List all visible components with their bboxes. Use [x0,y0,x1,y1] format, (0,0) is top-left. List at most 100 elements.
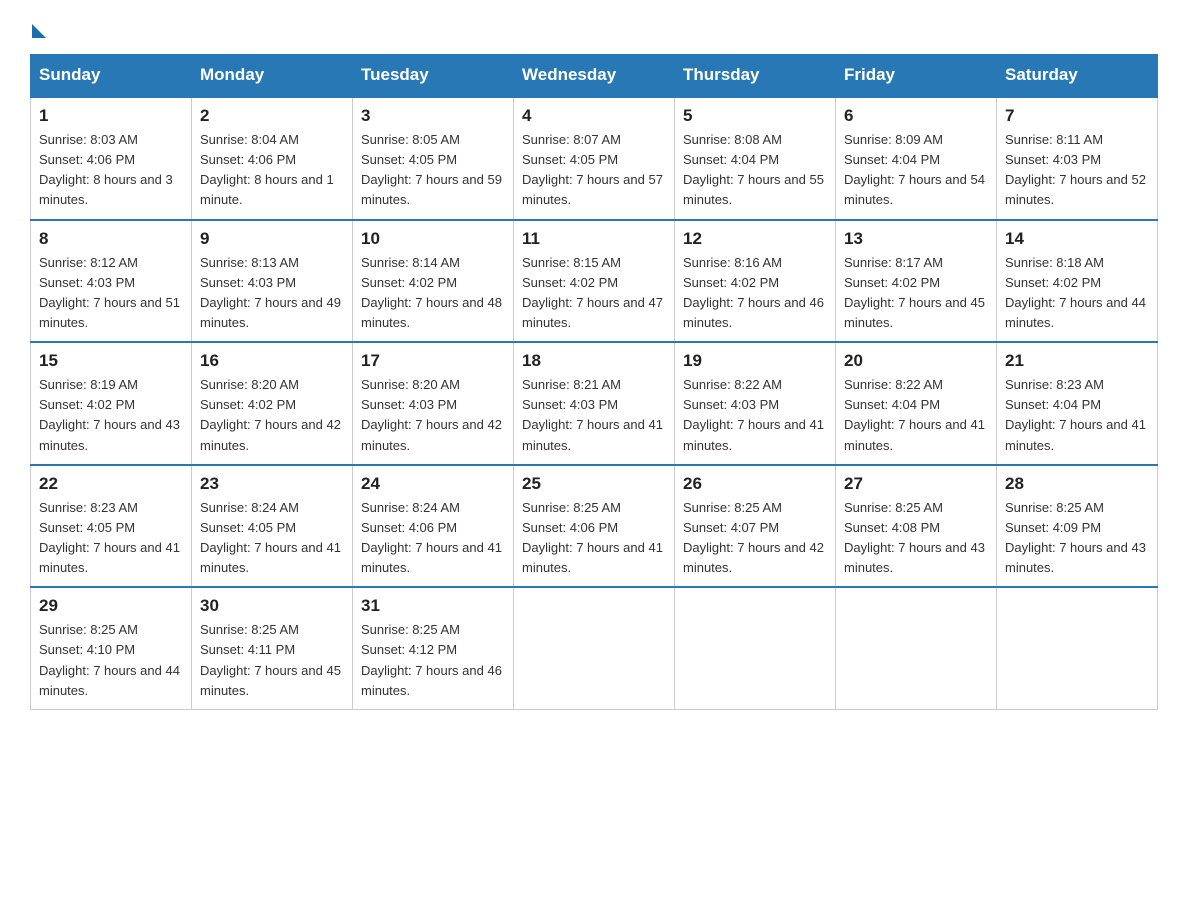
day-number: 20 [844,351,988,371]
day-info: Sunrise: 8:15 AMSunset: 4:02 PMDaylight:… [522,253,666,334]
day-info: Sunrise: 8:23 AMSunset: 4:05 PMDaylight:… [39,498,183,579]
day-number: 10 [361,229,505,249]
day-number: 24 [361,474,505,494]
calendar-cell: 4 Sunrise: 8:07 AMSunset: 4:05 PMDaylight… [514,97,675,220]
weekday-header-tuesday: Tuesday [353,55,514,97]
day-number: 9 [200,229,344,249]
day-info: Sunrise: 8:24 AMSunset: 4:05 PMDaylight:… [200,498,344,579]
calendar-cell [997,587,1158,709]
day-number: 23 [200,474,344,494]
calendar-cell: 6 Sunrise: 8:09 AMSunset: 4:04 PMDaylight… [836,97,997,220]
day-number: 25 [522,474,666,494]
day-number: 30 [200,596,344,616]
day-number: 31 [361,596,505,616]
calendar-cell: 21Sunrise: 8:23 AMSunset: 4:04 PMDayligh… [997,342,1158,465]
day-info: Sunrise: 8:25 AMSunset: 4:09 PMDaylight:… [1005,498,1149,579]
calendar-week-row: 8Sunrise: 8:12 AMSunset: 4:03 PMDaylight… [31,220,1158,343]
day-info: Sunrise: 8:16 AMSunset: 4:02 PMDaylight:… [683,253,827,334]
calendar-cell: 13 Sunrise: 8:17 AMSunset: 4:02 PMDayligh… [836,220,997,343]
day-info: Sunrise: 8:20 AMSunset: 4:02 PMDaylight:… [200,375,344,456]
day-info: Sunrise: 8:13 AMSunset: 4:03 PMDaylight:… [200,253,344,334]
calendar-cell: 15 Sunrise: 8:19 AMSunset: 4:02 PMDayligh… [31,342,192,465]
calendar-cell: 7 Sunrise: 8:11 AMSunset: 4:03 PMDaylight… [997,97,1158,220]
day-info: Sunrise: 8:08 AMSunset: 4:04 PMDaylight:… [683,130,827,211]
day-number: 17 [361,351,505,371]
day-number: 22 [39,474,183,494]
weekday-header-thursday: Thursday [675,55,836,97]
day-number: 13 [844,229,988,249]
calendar-cell: 5 Sunrise: 8:08 AMSunset: 4:04 PMDaylight… [675,97,836,220]
day-number: 14 [1005,229,1149,249]
calendar-cell: 3 Sunrise: 8:05 AMSunset: 4:05 PMDaylight… [353,97,514,220]
weekday-header-sunday: Sunday [31,55,192,97]
calendar-cell: 29 Sunrise: 8:25 AMSunset: 4:10 PMDayligh… [31,587,192,709]
calendar-cell: 18 Sunrise: 8:21 AMSunset: 4:03 PMDayligh… [514,342,675,465]
day-info: Sunrise: 8:07 AMSunset: 4:05 PMDaylight:… [522,130,666,211]
day-info: Sunrise: 8:25 AMSunset: 4:11 PMDaylight:… [200,620,344,701]
calendar-cell: 14 Sunrise: 8:18 AMSunset: 4:02 PMDayligh… [997,220,1158,343]
day-info: Sunrise: 8:19 AMSunset: 4:02 PMDaylight:… [39,375,183,456]
day-number: 8 [39,229,183,249]
calendar-cell: 19 Sunrise: 8:22 AMSunset: 4:03 PMDayligh… [675,342,836,465]
calendar-cell: 9 Sunrise: 8:13 AMSunset: 4:03 PMDaylight… [192,220,353,343]
day-info: Sunrise: 8:09 AMSunset: 4:04 PMDaylight:… [844,130,988,211]
calendar-cell: 11 Sunrise: 8:15 AMSunset: 4:02 PMDayligh… [514,220,675,343]
calendar-cell: 25 Sunrise: 8:25 AMSunset: 4:06 PMDayligh… [514,465,675,588]
weekday-header-wednesday: Wednesday [514,55,675,97]
day-number: 4 [522,106,666,126]
day-number: 3 [361,106,505,126]
weekday-header-saturday: Saturday [997,55,1158,97]
calendar-cell: 12 Sunrise: 8:16 AMSunset: 4:02 PMDayligh… [675,220,836,343]
day-info: Sunrise: 8:22 AMSunset: 4:03 PMDaylight:… [683,375,827,456]
day-number: 5 [683,106,827,126]
calendar-cell: 31Sunrise: 8:25 AMSunset: 4:12 PMDayligh… [353,587,514,709]
calendar-cell: 10Sunrise: 8:14 AMSunset: 4:02 PMDayligh… [353,220,514,343]
day-info: Sunrise: 8:25 AMSunset: 4:07 PMDaylight:… [683,498,827,579]
page-header [30,20,1158,34]
day-info: Sunrise: 8:21 AMSunset: 4:03 PMDaylight:… [522,375,666,456]
calendar-cell: 20 Sunrise: 8:22 AMSunset: 4:04 PMDayligh… [836,342,997,465]
day-info: Sunrise: 8:25 AMSunset: 4:06 PMDaylight:… [522,498,666,579]
weekday-header-row: SundayMondayTuesdayWednesdayThursdayFrid… [31,55,1158,97]
calendar-cell: 26 Sunrise: 8:25 AMSunset: 4:07 PMDayligh… [675,465,836,588]
calendar-cell: 8Sunrise: 8:12 AMSunset: 4:03 PMDaylight… [31,220,192,343]
day-number: 2 [200,106,344,126]
calendar-week-row: 29 Sunrise: 8:25 AMSunset: 4:10 PMDayligh… [31,587,1158,709]
day-info: Sunrise: 8:22 AMSunset: 4:04 PMDaylight:… [844,375,988,456]
day-info: Sunrise: 8:17 AMSunset: 4:02 PMDaylight:… [844,253,988,334]
calendar-cell [836,587,997,709]
day-number: 26 [683,474,827,494]
calendar-cell: 28 Sunrise: 8:25 AMSunset: 4:09 PMDayligh… [997,465,1158,588]
day-number: 11 [522,229,666,249]
logo [30,20,46,34]
day-number: 1 [39,106,183,126]
day-info: Sunrise: 8:24 AMSunset: 4:06 PMDaylight:… [361,498,505,579]
day-number: 28 [1005,474,1149,494]
day-number: 29 [39,596,183,616]
weekday-header-monday: Monday [192,55,353,97]
day-info: Sunrise: 8:11 AMSunset: 4:03 PMDaylight:… [1005,130,1149,211]
day-info: Sunrise: 8:03 AMSunset: 4:06 PMDaylight:… [39,130,183,211]
day-info: Sunrise: 8:25 AMSunset: 4:10 PMDaylight:… [39,620,183,701]
weekday-header-friday: Friday [836,55,997,97]
day-number: 7 [1005,106,1149,126]
logo-arrow-icon [32,24,46,38]
calendar-cell: 22 Sunrise: 8:23 AMSunset: 4:05 PMDayligh… [31,465,192,588]
calendar-cell: 30 Sunrise: 8:25 AMSunset: 4:11 PMDayligh… [192,587,353,709]
calendar-cell: 27Sunrise: 8:25 AMSunset: 4:08 PMDayligh… [836,465,997,588]
day-number: 27 [844,474,988,494]
calendar-table: SundayMondayTuesdayWednesdayThursdayFrid… [30,54,1158,710]
day-number: 16 [200,351,344,371]
day-info: Sunrise: 8:05 AMSunset: 4:05 PMDaylight:… [361,130,505,211]
day-number: 6 [844,106,988,126]
day-info: Sunrise: 8:18 AMSunset: 4:02 PMDaylight:… [1005,253,1149,334]
day-number: 19 [683,351,827,371]
calendar-cell [514,587,675,709]
calendar-week-row: 1 Sunrise: 8:03 AMSunset: 4:06 PMDaylight… [31,97,1158,220]
calendar-cell: 1 Sunrise: 8:03 AMSunset: 4:06 PMDaylight… [31,97,192,220]
day-number: 15 [39,351,183,371]
day-number: 18 [522,351,666,371]
calendar-cell: 2Sunrise: 8:04 AMSunset: 4:06 PMDaylight… [192,97,353,220]
day-number: 12 [683,229,827,249]
day-info: Sunrise: 8:20 AMSunset: 4:03 PMDaylight:… [361,375,505,456]
